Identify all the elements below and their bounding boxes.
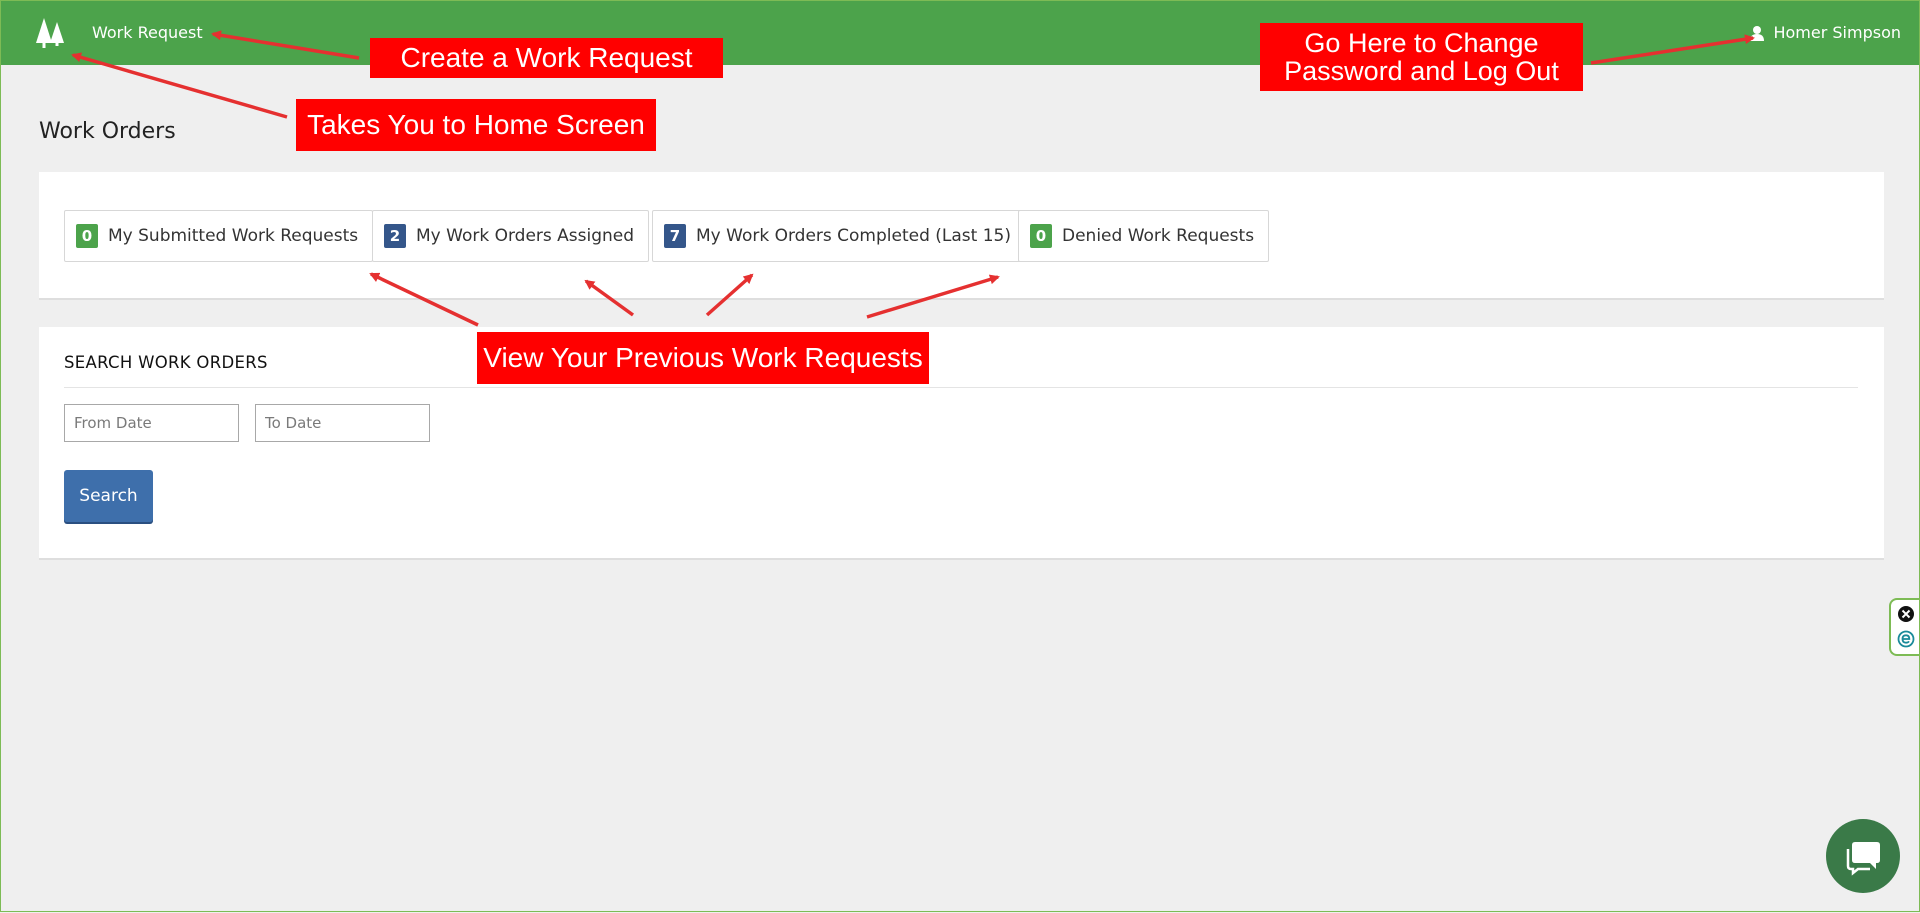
- annotation-previous-requests: View Your Previous Work Requests: [477, 332, 929, 384]
- denied-work-requests-button[interactable]: 0 Denied Work Requests: [1018, 210, 1270, 262]
- search-button[interactable]: Search: [64, 470, 153, 522]
- user-menu[interactable]: Homer Simpson: [1749, 21, 1901, 45]
- count-badge: 0: [1030, 224, 1052, 248]
- page-title: Work Orders: [39, 119, 176, 144]
- search-section-title: SEARCH WORK ORDERS: [64, 353, 268, 372]
- my-work-orders-assigned-button[interactable]: 2 My Work Orders Assigned: [372, 210, 650, 262]
- summary-button-label: Denied Work Requests: [1062, 226, 1255, 246]
- chat-button[interactable]: [1826, 819, 1900, 893]
- summary-panel: 0 My Submitted Work Requests 2 My Work O…: [39, 172, 1884, 300]
- summary-button-label: My Submitted Work Requests: [108, 226, 359, 246]
- my-work-orders-completed-button[interactable]: 7 My Work Orders Completed (Last 15): [652, 210, 1026, 262]
- chat-bubble-icon: [1846, 842, 1880, 876]
- summary-button-label: My Work Orders Completed (Last 15): [696, 226, 1011, 246]
- annotation-home-screen: Takes You to Home Screen: [296, 99, 656, 151]
- annotation-create-request: Create a Work Request: [370, 38, 723, 78]
- annotation-password-logout: Go Here to Change Password and Log Out: [1260, 23, 1583, 91]
- close-icon[interactable]: [1897, 605, 1915, 623]
- summary-button-label: My Work Orders Assigned: [416, 226, 635, 246]
- from-date-input[interactable]: [64, 404, 239, 442]
- top-navbar: Work Request Homer Simpson: [1, 1, 1919, 65]
- count-badge: 7: [664, 224, 686, 248]
- user-icon: [1750, 26, 1765, 41]
- side-widget: [1889, 598, 1919, 656]
- search-panel: SEARCH WORK ORDERS Search: [39, 327, 1884, 560]
- count-badge: 0: [76, 224, 98, 248]
- count-badge: 2: [384, 224, 406, 248]
- user-name: Homer Simpson: [1773, 23, 1901, 42]
- trees-logo-icon[interactable]: [33, 15, 67, 49]
- to-date-input[interactable]: [255, 404, 430, 442]
- my-submitted-requests-button[interactable]: 0 My Submitted Work Requests: [64, 210, 374, 262]
- divider: [64, 387, 1858, 388]
- e-circle-icon[interactable]: [1897, 630, 1915, 648]
- work-request-link[interactable]: Work Request: [92, 21, 203, 45]
